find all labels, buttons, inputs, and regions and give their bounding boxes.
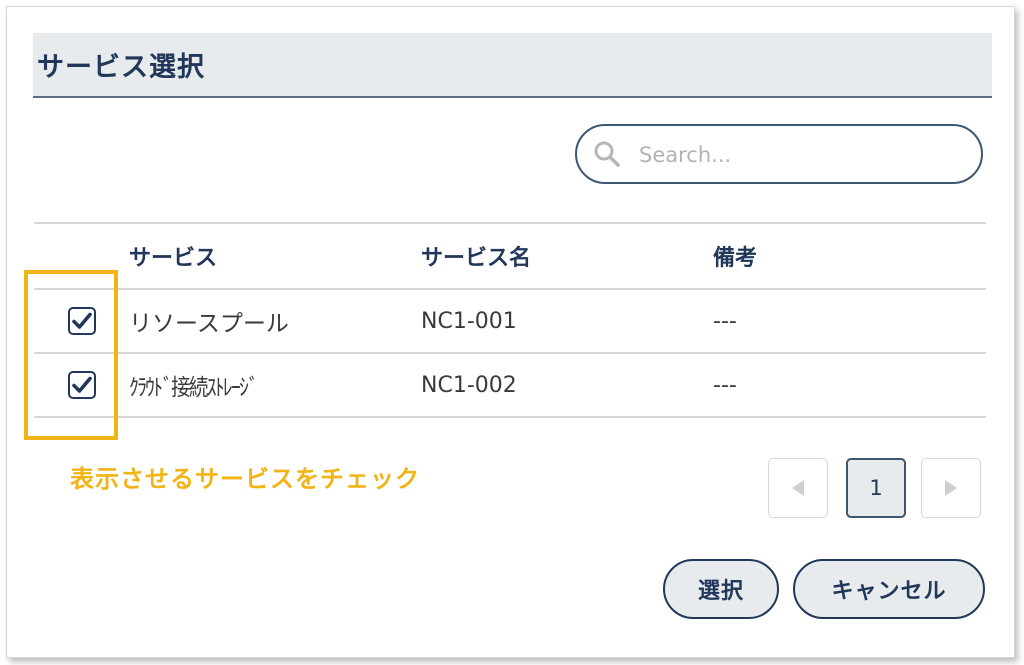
table-header-row: サービス サービス名 備考 — [34, 224, 986, 290]
column-header-note[interactable]: 備考 — [713, 224, 986, 288]
search-input[interactable] — [637, 134, 961, 176]
search-box[interactable] — [575, 124, 983, 184]
dialog-title: サービス選択 — [37, 52, 205, 83]
service-table: サービス サービス名 備考 リソースプール NC1-001 --- ｸﾗｳﾄﾞ接… — [34, 222, 986, 418]
select-button[interactable]: 選択 — [663, 559, 779, 619]
annotation-text: 表示させるサービスをチェック — [70, 465, 420, 493]
triangle-left-icon — [792, 480, 804, 496]
search-icon — [593, 140, 621, 168]
cell-service: ｸﾗｳﾄﾞ接続ｽﾄﾚｰｼﾞ — [129, 375, 259, 401]
column-header-service[interactable]: サービス — [129, 224, 421, 288]
pagination-prev-button[interactable] — [768, 458, 828, 518]
cell-note: --- — [713, 372, 737, 398]
column-header-service-name[interactable]: サービス名 — [421, 224, 713, 288]
pagination-next-button[interactable] — [921, 458, 981, 518]
service-selection-dialog: サービス選択 サービス サービス名 備考 リソース — [6, 6, 1015, 658]
cancel-button[interactable]: キャンセル — [793, 559, 985, 619]
cell-service: リソースプール — [129, 311, 289, 337]
dialog-header: サービス選択 — [33, 33, 992, 98]
checkbox-highlight-box — [24, 270, 118, 440]
cell-service-name: NC1-001 — [421, 308, 517, 334]
triangle-right-icon — [945, 480, 957, 496]
table-row[interactable]: リソースプール NC1-001 --- — [34, 290, 986, 354]
table-row[interactable]: ｸﾗｳﾄﾞ接続ｽﾄﾚｰｼﾞ NC1-002 --- — [34, 354, 986, 418]
cell-service-name: NC1-002 — [421, 372, 517, 398]
pagination-page-1[interactable]: 1 — [846, 458, 906, 518]
cell-note: --- — [713, 308, 737, 334]
